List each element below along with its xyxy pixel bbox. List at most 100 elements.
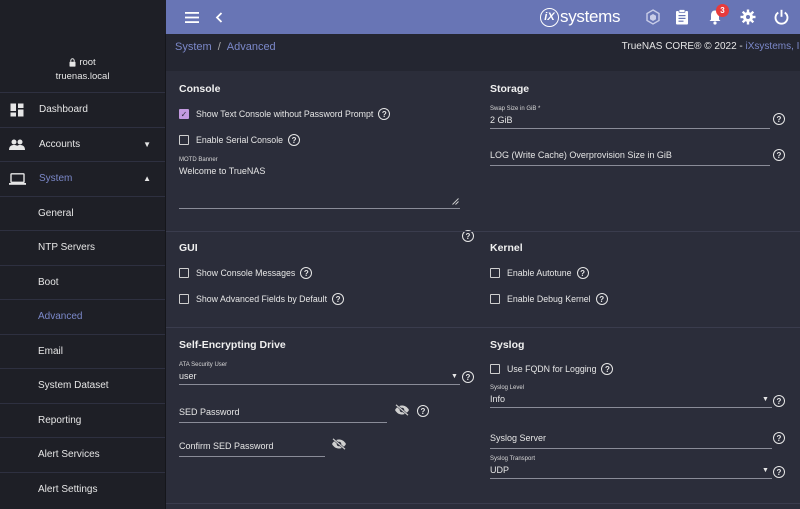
ata-security-user-select[interactable]: user: [179, 371, 197, 381]
sidebar-item-label: Boot: [38, 276, 59, 288]
field-underline: [179, 456, 325, 457]
sidebar-item-dashboard[interactable]: Dashboard: [0, 92, 165, 127]
sidebar-item-alert-settings[interactable]: Alert Settings: [0, 471, 165, 507]
sidebar-item-alert-services[interactable]: Alert Services: [0, 437, 165, 472]
help-icon[interactable]: ?: [288, 134, 301, 146]
show-console-messages-checkbox[interactable]: Show Console Messages ?: [179, 267, 313, 279]
copyright-company-link[interactable]: iXsystems, Inc: [746, 41, 800, 52]
syslog-title: Syslog: [490, 339, 525, 351]
sidebar-item-system-dataset[interactable]: System Dataset: [0, 368, 165, 403]
copyright: TrueNAS CORE® © 2022 - iXsystems, Inc: [622, 41, 800, 52]
log-overprovision-input[interactable]: LOG (Write Cache) Overprovision Size in …: [490, 150, 672, 160]
checkbox-unchecked[interactable]: [179, 268, 189, 278]
sidebar-item-label: Alert Settings: [38, 483, 98, 495]
breadcrumb-parent[interactable]: System: [175, 41, 212, 53]
sidebar-item-general[interactable]: General: [0, 195, 165, 231]
log-overprovision-field[interactable]: LOG (Write Cache) Overprovision Size in …: [490, 150, 770, 171]
dropdown-arrow-icon[interactable]: ▼: [762, 396, 769, 403]
section-divider: [166, 231, 800, 232]
syslog-level-select[interactable]: Info: [490, 394, 505, 404]
help-icon[interactable]: ?: [773, 466, 785, 478]
syslog-transport-select[interactable]: UDP: [490, 465, 509, 475]
console-title: Console: [179, 83, 221, 95]
field-underline: [179, 384, 460, 385]
field-underline: [490, 478, 772, 479]
checkbox-unchecked[interactable]: [179, 135, 189, 145]
sed-password-field[interactable]: SED Password: [179, 407, 387, 423]
use-fqdn-checkbox[interactable]: Use FQDN for Logging ?: [490, 363, 614, 375]
dropdown-arrow-icon[interactable]: ▼: [762, 467, 769, 474]
help-icon[interactable]: ?: [773, 149, 785, 161]
field-label: Swap Size in GiB *: [490, 106, 541, 112]
field-label: Syslog Level: [490, 385, 525, 391]
help-icon[interactable]: ?: [300, 267, 313, 279]
checkbox-label: Use FQDN for Logging: [507, 364, 597, 374]
checkbox-unchecked[interactable]: [490, 268, 500, 278]
clipboard-icon[interactable]: [672, 0, 692, 34]
storage-title: Storage: [490, 83, 530, 95]
enable-debug-kernel-checkbox[interactable]: Enable Debug Kernel ?: [490, 293, 608, 305]
laptop-icon: [8, 170, 26, 188]
help-icon[interactable]: ?: [601, 363, 614, 375]
swap-size-input[interactable]: 2 GiB: [490, 115, 513, 125]
checkbox-unchecked[interactable]: [490, 294, 500, 304]
motd-banner-textarea[interactable]: Welcome to TrueNAS: [179, 166, 265, 176]
checkbox-unchecked[interactable]: [179, 294, 189, 304]
hamburger-menu-icon[interactable]: [183, 0, 201, 34]
sidebar-item-email[interactable]: Email: [0, 333, 165, 369]
swap-size-field[interactable]: Swap Size in GiB * 2 GiB: [490, 106, 770, 130]
sidebar-item-advanced[interactable]: Advanced: [0, 299, 165, 334]
syslog-server-input[interactable]: Syslog Server: [490, 433, 546, 443]
section-divider: [166, 327, 800, 328]
help-icon[interactable]: ?: [332, 293, 345, 305]
help-icon[interactable]: ?: [595, 293, 608, 305]
help-icon[interactable]: ?: [773, 395, 785, 407]
checkbox-unchecked[interactable]: [490, 364, 500, 374]
sidebar-item-label: Advanced: [38, 311, 83, 323]
syslog-server-field[interactable]: Syslog Server: [490, 433, 772, 449]
sidebar-item-ntp-servers[interactable]: NTP Servers: [0, 230, 165, 265]
sed-password-input[interactable]: SED Password: [179, 407, 240, 417]
truecommand-icon[interactable]: [643, 0, 663, 34]
enable-autotune-checkbox[interactable]: Enable Autotune ?: [490, 267, 589, 279]
field-label: ATA Security User: [179, 362, 228, 368]
gear-icon[interactable]: [738, 0, 758, 34]
dropdown-arrow-icon[interactable]: ▼: [451, 373, 458, 380]
help-icon[interactable]: ?: [773, 113, 785, 125]
checkbox-checked[interactable]: ✓: [179, 109, 189, 119]
help-icon[interactable]: ?: [773, 432, 785, 444]
power-icon[interactable]: [771, 0, 791, 34]
ata-security-user-field[interactable]: ATA Security User user ▼: [179, 362, 460, 386]
sidebar-item-system[interactable]: System ▲: [0, 161, 165, 196]
kernel-title: Kernel: [490, 242, 523, 254]
sidebar-item-label: Email: [38, 345, 64, 357]
enable-serial-console-checkbox[interactable]: Enable Serial Console ?: [179, 134, 301, 146]
eye-off-icon[interactable]: [331, 438, 347, 450]
show-text-console-checkbox[interactable]: ✓ Show Text Console without Password Pro…: [179, 108, 391, 120]
topbar-left-spacer: [0, 0, 166, 34]
show-advanced-fields-checkbox[interactable]: Show Advanced Fields by Default ?: [179, 293, 345, 305]
sidebar-item-label: System: [39, 173, 73, 185]
syslog-level-field[interactable]: Syslog Level Info ▼: [490, 385, 772, 409]
resize-handle-icon[interactable]: [452, 198, 459, 205]
checkbox-label: Show Advanced Fields by Default: [196, 294, 328, 304]
help-icon[interactable]: ?: [417, 405, 429, 417]
help-icon[interactable]: ?: [462, 371, 474, 383]
help-icon[interactable]: ?: [576, 267, 589, 279]
motd-banner-field[interactable]: MOTD Banner Welcome to TrueNAS: [179, 157, 460, 211]
user-info: root truenas.local: [0, 34, 165, 92]
sidebar-item-accounts[interactable]: Accounts ▼: [0, 126, 165, 162]
field-underline: [179, 208, 460, 209]
sidebar-item-boot[interactable]: Boot: [0, 264, 165, 300]
sidebar-item-reporting[interactable]: Reporting: [0, 402, 165, 438]
confirm-sed-password-field[interactable]: Confirm SED Password: [179, 441, 325, 457]
chevron-left-icon[interactable]: [212, 0, 226, 34]
eye-off-icon[interactable]: [394, 404, 410, 416]
syslog-transport-field[interactable]: Syslog Transport UDP ▼: [490, 456, 772, 480]
main-content: System / Advanced TrueNAS CORE® © 2022 - i…: [166, 34, 800, 509]
confirm-sed-password-input[interactable]: Confirm SED Password: [179, 441, 274, 451]
field-label: MOTD Banner: [179, 157, 218, 163]
sidebar-item-label: Dashboard: [39, 104, 88, 116]
help-icon[interactable]: ?: [378, 108, 391, 120]
ixsystems-logo[interactable]: iX systems: [540, 7, 621, 27]
